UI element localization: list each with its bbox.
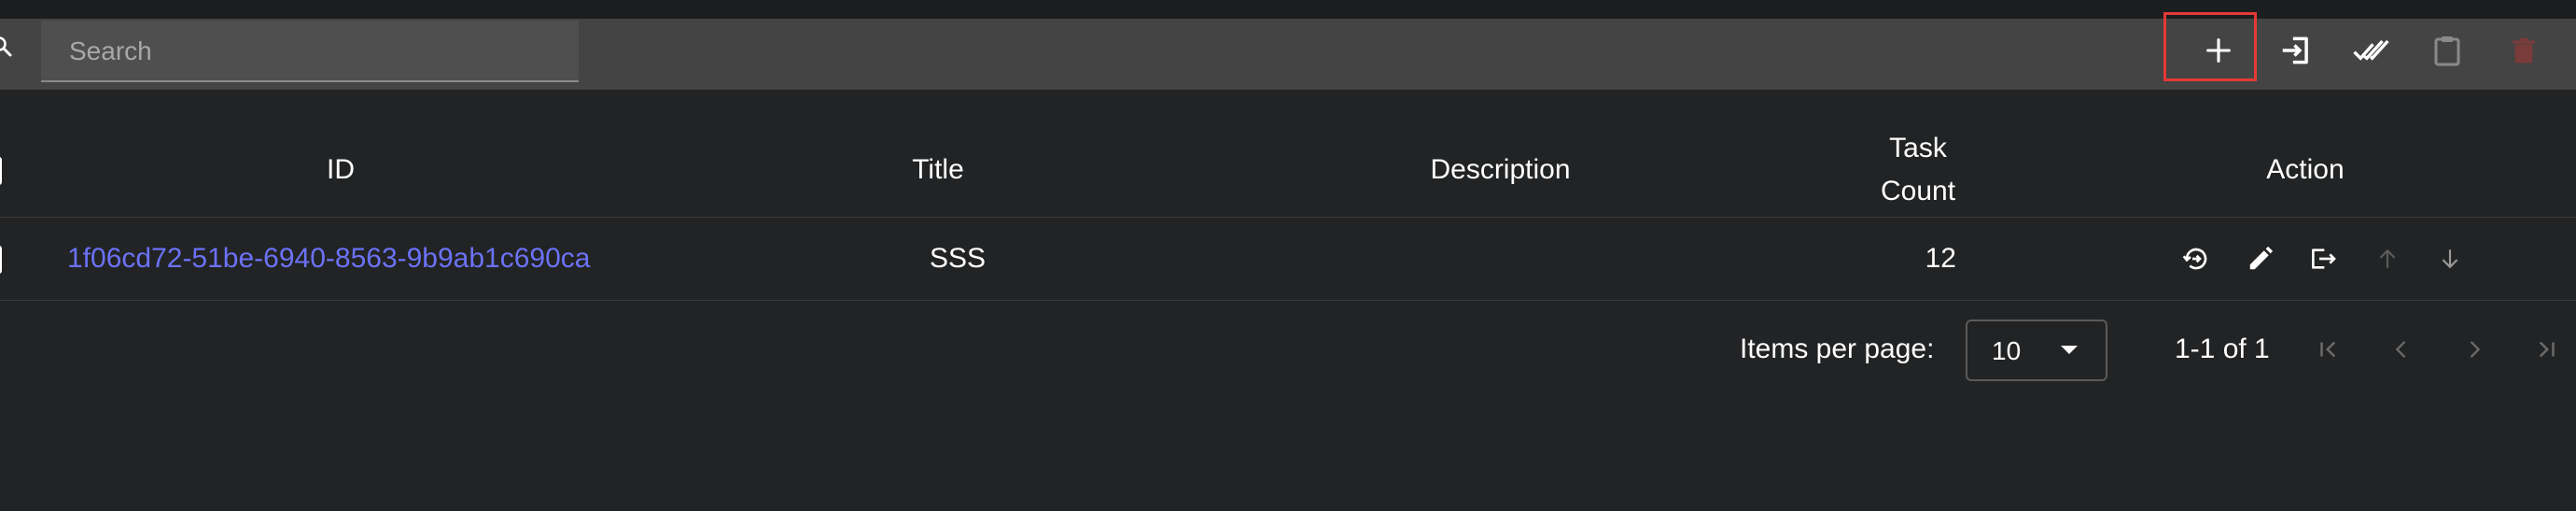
column-header-task-count-line2: Count [1880,176,1956,206]
search-field[interactable] [41,21,579,82]
next-page-icon [2470,341,2481,358]
plus-icon [2206,38,2231,63]
row-task-count-cell: 12 [1925,243,1956,274]
last-page-icon [2539,341,2555,358]
add-button[interactable] [2189,21,2248,80]
row-checkbox[interactable] [0,246,2,274]
previous-page-icon [2395,341,2406,358]
next-page-button[interactable] [2456,331,2493,368]
column-header-task-count-line1: Task [1889,133,1947,163]
previous-page-button[interactable] [2383,331,2420,368]
row-title-cell: SSS [930,243,987,274]
page: ID Title Description Task Count Action 1… [0,0,2576,511]
caret-down-icon [2061,346,2078,354]
first-page-button[interactable] [2310,331,2347,368]
mark-done-button[interactable] [2341,21,2401,80]
column-header-task-count[interactable]: Task Count [1857,127,1979,213]
clipboard-button[interactable] [2417,21,2477,80]
pagination-range: 1-1 of 1 [2175,334,2270,364]
import-button[interactable] [2266,21,2326,80]
items-per-page-value: 10 [1992,336,2022,365]
last-page-button[interactable] [2527,331,2565,368]
column-header-action: Action [2266,154,2345,185]
row-id-link[interactable]: 1f06cd72-51be-6940-8563-9b9ab1c690ca [67,243,590,274]
history-icon [2182,248,2207,270]
done-all-icon [2353,39,2389,61]
column-header-title[interactable]: Title [887,149,989,192]
table-header: ID Title Description Task Count Action [0,123,2576,218]
arrow-down-icon [2442,249,2458,269]
edit-button[interactable] [2242,240,2279,277]
column-header-id[interactable]: ID [308,149,373,192]
items-per-page-select[interactable]: 10 [1966,319,2107,381]
move-down-button[interactable] [2431,240,2469,277]
arrow-up-icon [2379,248,2396,268]
search-input[interactable] [67,21,566,82]
clipboard-icon [2434,36,2460,66]
move-up-button[interactable] [2369,240,2406,277]
export-icon [2312,248,2336,269]
items-per-page-label: Items per page: [1740,334,1935,364]
select-all-checkbox[interactable] [0,157,2,185]
column-header-description[interactable]: Description [1400,149,1601,192]
login-icon [2282,36,2308,64]
first-page-icon [2320,341,2336,358]
export-button[interactable] [2304,240,2342,277]
row-id-cell: 1f06cd72-51be-6940-8563-9b9ab1c690ca [67,240,590,277]
search-icon [0,35,13,58]
edit-icon [2249,246,2274,270]
history-button[interactable] [2177,240,2215,277]
delete-button[interactable] [2494,21,2554,80]
trash-icon [2513,37,2535,64]
